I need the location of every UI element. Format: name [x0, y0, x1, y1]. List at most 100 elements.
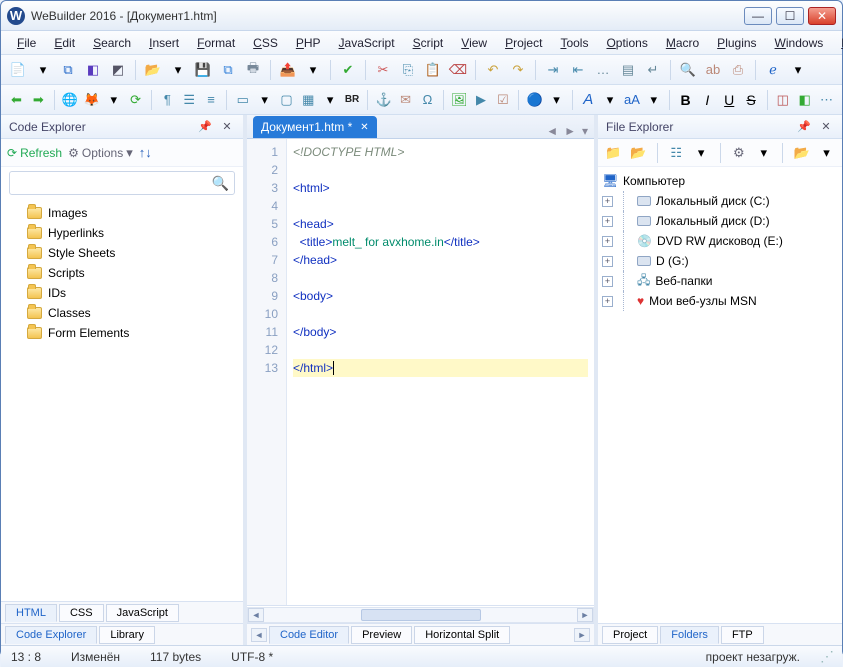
tab-close-icon[interactable]: ✕ [360, 122, 368, 133]
refresh-icon[interactable]: ⟳ [126, 89, 145, 111]
menu-windows[interactable]: Windows [767, 34, 832, 52]
fe-item[interactable]: +♥Мои веб-узлы MSN [602, 291, 838, 311]
font-icon[interactable]: A [579, 89, 598, 111]
more-icon[interactable]: ⋯ [817, 89, 836, 111]
search-icon[interactable]: 🔍 [212, 175, 229, 192]
menu-edit[interactable]: Edit [46, 34, 83, 52]
panel-close-icon[interactable]: ✕ [219, 119, 235, 135]
view-dd-icon[interactable]: ▾ [692, 142, 711, 164]
browse-dd-icon[interactable]: ▾ [817, 142, 836, 164]
block-icon[interactable]: ▤ [617, 59, 639, 81]
panel-close-icon[interactable]: ✕ [818, 119, 834, 135]
menu-options[interactable]: Options [598, 34, 655, 52]
bold-icon[interactable]: B [676, 89, 695, 111]
para-icon[interactable]: ¶ [158, 89, 177, 111]
tab-next-icon[interactable]: ► [564, 124, 576, 138]
color-icon[interactable]: 🔵 [525, 89, 544, 111]
undo-icon[interactable]: ↶ [482, 59, 504, 81]
upload-icon[interactable]: 📤 [277, 59, 299, 81]
symbol-icon[interactable]: Ω [418, 89, 437, 111]
wrap-icon[interactable]: ↵ [642, 59, 664, 81]
list-icon[interactable]: ☰ [180, 89, 199, 111]
new-php-icon[interactable]: ◩ [107, 59, 129, 81]
menu-tools[interactable]: Tools [552, 34, 596, 52]
print-icon[interactable]: 🖶 [242, 59, 264, 81]
fe-item[interactable]: +💿DVD RW дисковод (E:) [602, 231, 838, 251]
pin-icon[interactable]: 📌 [796, 119, 812, 135]
right-tab-project[interactable]: Project [602, 626, 658, 644]
editor-tab-code-editor[interactable]: Code Editor [269, 626, 349, 644]
copy-icon[interactable]: ⎘ [397, 59, 419, 81]
open-dropdown-icon[interactable]: ▾ [167, 59, 189, 81]
media-icon[interactable]: ▶ [472, 89, 491, 111]
spellcheck-icon[interactable]: ✔ [337, 59, 359, 81]
menu-css[interactable]: CSS [245, 34, 286, 52]
style-icon[interactable]: ◫ [773, 89, 792, 111]
lang-tab-css[interactable]: CSS [59, 604, 104, 622]
editor-tab[interactable]: Документ1.htm * ✕ [253, 116, 377, 138]
tree-item[interactable]: Hyperlinks [7, 223, 237, 243]
tree-item[interactable]: Classes [7, 303, 237, 323]
code-area[interactable]: <!DOCTYPE HTML> <html> <head> <title>mel… [287, 139, 594, 605]
tab-menu-icon[interactable]: ▾ [582, 124, 588, 138]
arrow-left-icon[interactable]: ⬅ [7, 89, 26, 111]
editor-tab-horizontal-split[interactable]: Horizontal Split [414, 626, 510, 644]
expand-icon[interactable]: + [602, 276, 613, 287]
div-dd-icon[interactable]: ▾ [255, 89, 274, 111]
menu-project[interactable]: Project [497, 34, 550, 52]
upload-dropdown-icon[interactable]: ▾ [302, 59, 324, 81]
expand-icon[interactable]: + [602, 236, 613, 247]
tree-item[interactable]: Images [7, 203, 237, 223]
new-folder-icon[interactable]: 📁 [604, 142, 623, 164]
menu-javascript[interactable]: JavaScript [331, 34, 403, 52]
lang-tab-javascript[interactable]: JavaScript [106, 604, 179, 622]
expand-icon[interactable]: + [602, 196, 613, 207]
menu-search[interactable]: Search [85, 34, 139, 52]
tree-item[interactable]: IDs [7, 283, 237, 303]
menu-macro[interactable]: Macro [658, 34, 707, 52]
menu-insert[interactable]: Insert [141, 34, 187, 52]
font-dd-icon[interactable]: ▾ [601, 89, 620, 111]
browser2-icon[interactable]: 🦊 [82, 89, 101, 111]
redo-icon[interactable]: ↷ [507, 59, 529, 81]
browsers-dropdown-icon[interactable]: ▾ [104, 89, 123, 111]
class-icon[interactable]: ◧ [795, 89, 814, 111]
minimize-button[interactable]: — [744, 7, 772, 25]
menu-format[interactable]: Format [189, 34, 243, 52]
options-button[interactable]: ⚙Options ▾ [68, 145, 133, 161]
div-icon[interactable]: ▭ [233, 89, 252, 111]
search-input[interactable] [9, 171, 235, 195]
settings-dd-icon[interactable]: ▾ [754, 142, 773, 164]
size-dd-icon[interactable]: ▾ [644, 89, 663, 111]
collapse-icon[interactable]: ↑↓ [139, 145, 152, 160]
scroll-right-icon[interactable]: ► [577, 608, 593, 622]
indent-icon[interactable]: ⇥ [542, 59, 564, 81]
lang-tab-html[interactable]: HTML [5, 604, 57, 622]
browser1-icon[interactable]: 🌐 [61, 89, 80, 111]
menu-view[interactable]: View [453, 34, 495, 52]
code-editor[interactable]: 12345678910111213 <!DOCTYPE HTML> <html>… [247, 139, 594, 605]
save-all-icon[interactable]: ⧉ [217, 59, 239, 81]
maximize-button[interactable]: ☐ [776, 7, 804, 25]
arrow-right-icon[interactable]: ➡ [29, 89, 48, 111]
scroll-left-icon[interactable]: ◄ [248, 608, 264, 622]
italic-icon[interactable]: I [698, 89, 717, 111]
table-icon[interactable]: ▦ [299, 89, 318, 111]
menu-script[interactable]: Script [405, 34, 452, 52]
refresh-button[interactable]: ⟳Refresh [7, 146, 62, 160]
menu-file[interactable]: File [9, 34, 44, 52]
tree-item[interactable]: Form Elements [7, 323, 237, 343]
fe-root[interactable]: 🖥Компьютер [602, 171, 838, 191]
comment-icon[interactable]: … [592, 59, 614, 81]
fe-item[interactable]: +🖧Веб-папки [602, 271, 838, 291]
fe-item[interactable]: +Локальный диск (D:) [602, 211, 838, 231]
menu-php[interactable]: PHP [288, 34, 329, 52]
new-file-icon[interactable]: 📄 [7, 59, 29, 81]
view-icon[interactable]: ☷ [667, 142, 686, 164]
strike-icon[interactable]: S [742, 89, 761, 111]
left-tab[interactable]: Library [99, 626, 155, 644]
preview-icon[interactable]: ℯ [762, 59, 784, 81]
right-tab-folders[interactable]: Folders [660, 626, 719, 644]
new-css-icon[interactable]: ◧ [82, 59, 104, 81]
pin-icon[interactable]: 📌 [197, 119, 213, 135]
